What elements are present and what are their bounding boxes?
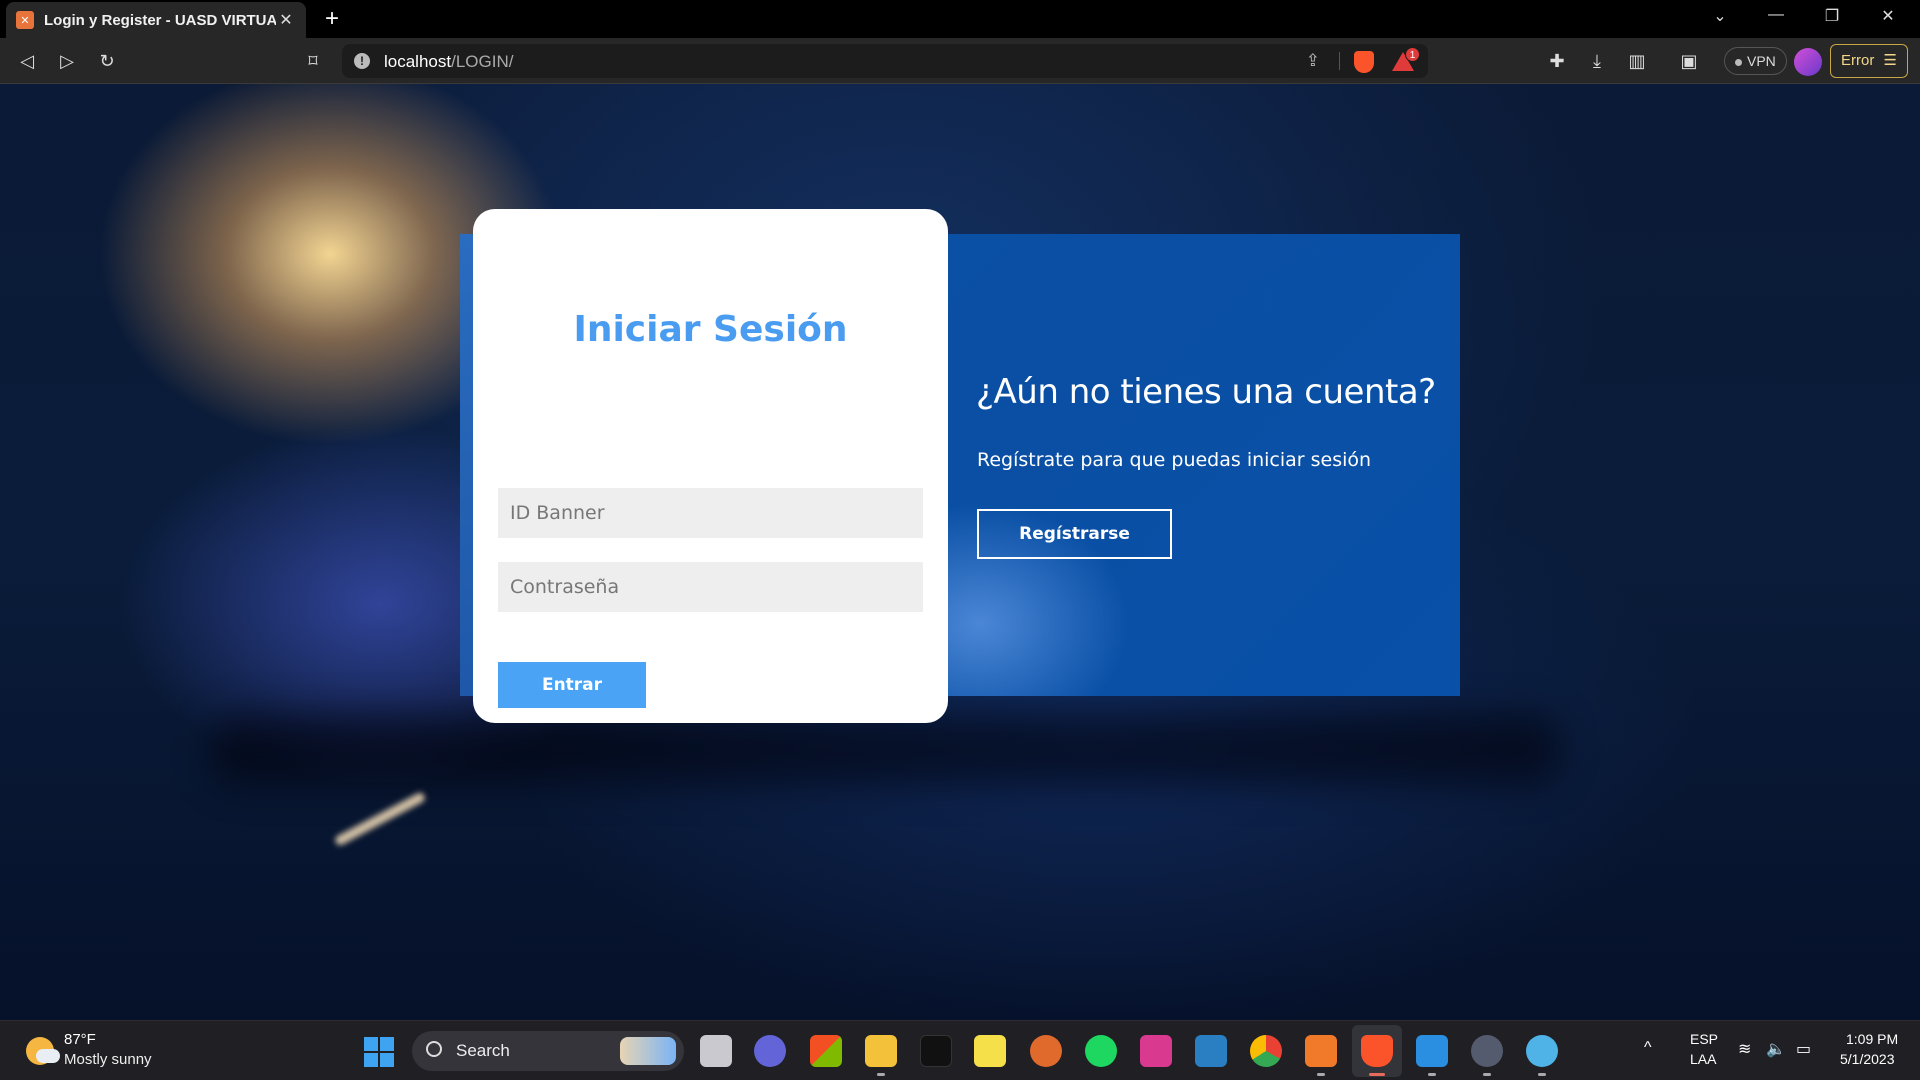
password-input[interactable]: Contraseña — [498, 562, 923, 612]
vm-app-icon[interactable] — [1140, 1035, 1172, 1067]
extensions-icon[interactable]: ✚ — [1544, 48, 1570, 74]
running-indicator — [877, 1073, 885, 1076]
minimize-icon[interactable]: — — [1756, 6, 1796, 24]
clock-time[interactable]: 1:09 PM — [1846, 1031, 1898, 1047]
url-host: localhost — [384, 52, 452, 71]
reload-icon[interactable]: ↻ — [94, 48, 120, 74]
url-path: /LOGIN/ — [451, 52, 514, 71]
live-icon[interactable] — [974, 1035, 1006, 1067]
search-label: Search — [456, 1041, 510, 1060]
media-player-icon[interactable] — [1471, 1035, 1503, 1067]
login-card: Iniciar Sesión ID Banner Contraseña Entr… — [473, 209, 948, 723]
weather-description[interactable]: Mostly sunny — [64, 1051, 152, 1068]
start-tile — [364, 1053, 378, 1067]
url-text[interactable]: localhost/LOGIN/ — [384, 52, 513, 72]
start-button[interactable] — [364, 1037, 394, 1067]
file-explorer-icon[interactable] — [865, 1035, 897, 1067]
sidebar-icon[interactable]: ▥ — [1624, 48, 1650, 74]
spotify-icon[interactable] — [1085, 1035, 1117, 1067]
share-icon[interactable]: ⇪ — [1306, 51, 1320, 71]
start-tile — [380, 1037, 394, 1051]
wifi-icon[interactable]: ≋ — [1738, 1039, 1751, 1059]
forward-icon[interactable]: ▷ — [54, 48, 80, 74]
wallet-icon[interactable]: ▣ — [1676, 48, 1702, 74]
register-button[interactable]: Regístrarse — [977, 509, 1172, 559]
keyboard-layout[interactable]: LAA — [1690, 1051, 1716, 1067]
background-glint — [333, 791, 427, 847]
background-keyboard — [210, 714, 1560, 784]
running-indicator — [1317, 1073, 1325, 1076]
running-indicator — [1483, 1073, 1491, 1076]
clock-date[interactable]: 5/1/2023 — [1840, 1051, 1895, 1067]
basketball-icon[interactable] — [1030, 1035, 1062, 1067]
tab-title: Login y Register - UASD VIRTUAL — [44, 11, 276, 29]
vpn-label: VPN — [1747, 53, 1776, 69]
xampp-favicon-icon: ✕ — [16, 11, 34, 29]
error-label: Error — [1841, 52, 1875, 69]
back-icon[interactable]: ◁ — [14, 48, 40, 74]
login-title: Iniciar Sesión — [573, 309, 848, 350]
site-info-icon[interactable]: ! — [354, 53, 370, 69]
language-indicator[interactable]: ESP — [1690, 1031, 1718, 1047]
taskbar-search[interactable]: Search — [412, 1031, 684, 1071]
brave-icon[interactable] — [1361, 1035, 1393, 1067]
vpn-button[interactable]: VPN — [1724, 47, 1787, 75]
search-highlight-icon — [620, 1037, 676, 1065]
paint-icon[interactable] — [1526, 1035, 1558, 1067]
download-icon[interactable]: ⤓ — [1584, 48, 1610, 74]
start-tile — [364, 1037, 378, 1051]
task-view-icon[interactable] — [700, 1035, 732, 1067]
window-close-icon[interactable]: ✕ — [1868, 6, 1908, 26]
new-tab-button[interactable]: + — [318, 6, 346, 32]
chrome-icon[interactable] — [1250, 1035, 1282, 1067]
microsoft-store-icon[interactable] — [810, 1035, 842, 1067]
weather-temperature[interactable]: 87°F — [64, 1031, 96, 1048]
active-indicator — [1369, 1073, 1385, 1076]
menu-icon[interactable]: ☰ — [1884, 45, 1897, 77]
id-banner-input[interactable]: ID Banner — [498, 488, 923, 538]
restore-icon[interactable]: ❐ — [1812, 6, 1852, 26]
battery-icon[interactable]: ▭ — [1796, 1039, 1811, 1059]
v-app-icon[interactable] — [1195, 1035, 1227, 1067]
tab-search-chevron-icon[interactable]: ⌄ — [1700, 6, 1740, 26]
running-indicator — [1538, 1073, 1546, 1076]
running-indicator — [1428, 1073, 1436, 1076]
tab-close-icon[interactable]: ✕ — [276, 10, 296, 30]
xampp-icon[interactable] — [1305, 1035, 1337, 1067]
browser-tab[interactable]: ✕ Login y Register - UASD VIRTUAL ✕ — [6, 2, 306, 38]
windows-taskbar: 87°F Mostly sunny Search ^ ESP LAA ≋ 🔈 ▭… — [0, 1020, 1920, 1080]
error-button[interactable]: Error ☰ — [1830, 44, 1908, 78]
browser-toolbar: ◁ ▷ ↻ ⌑ ! localhost/LOGIN/ ⇪ 1 ✚ ⤓ ▥ ▣ V… — [0, 38, 1920, 84]
profile-avatar[interactable] — [1794, 48, 1822, 76]
vpn-status-dot — [1735, 58, 1742, 66]
bookmark-icon[interactable]: ⌑ — [300, 48, 326, 74]
brave-shields-icon[interactable] — [1354, 51, 1374, 73]
browser-tabbar: ✕ Login y Register - UASD VIRTUAL ✕ + ⌄ … — [0, 0, 1920, 38]
register-text: Regístrate para que puedas iniciar sesió… — [977, 449, 1372, 471]
vscode-icon[interactable] — [1416, 1035, 1448, 1067]
netflix-icon[interactable] — [920, 1035, 952, 1067]
rewards-badge: 1 — [1405, 47, 1420, 62]
login-submit-button[interactable]: Entrar — [498, 662, 646, 708]
weather-cloud-icon — [36, 1049, 60, 1063]
register-heading: ¿Aún no tienes una cuenta? — [976, 372, 1436, 412]
start-tile — [380, 1053, 394, 1067]
volume-icon[interactable]: 🔈 — [1766, 1039, 1786, 1059]
omnibox-divider — [1339, 52, 1340, 70]
address-bar[interactable]: ! localhost/LOGIN/ ⇪ 1 — [342, 44, 1428, 78]
tray-overflow-chevron-icon[interactable]: ^ — [1644, 1039, 1652, 1057]
page-background: ¿Aún no tienes una cuenta? Regístrate pa… — [0, 84, 1920, 1020]
teams-chat-icon[interactable] — [754, 1035, 786, 1067]
search-icon — [426, 1041, 442, 1057]
